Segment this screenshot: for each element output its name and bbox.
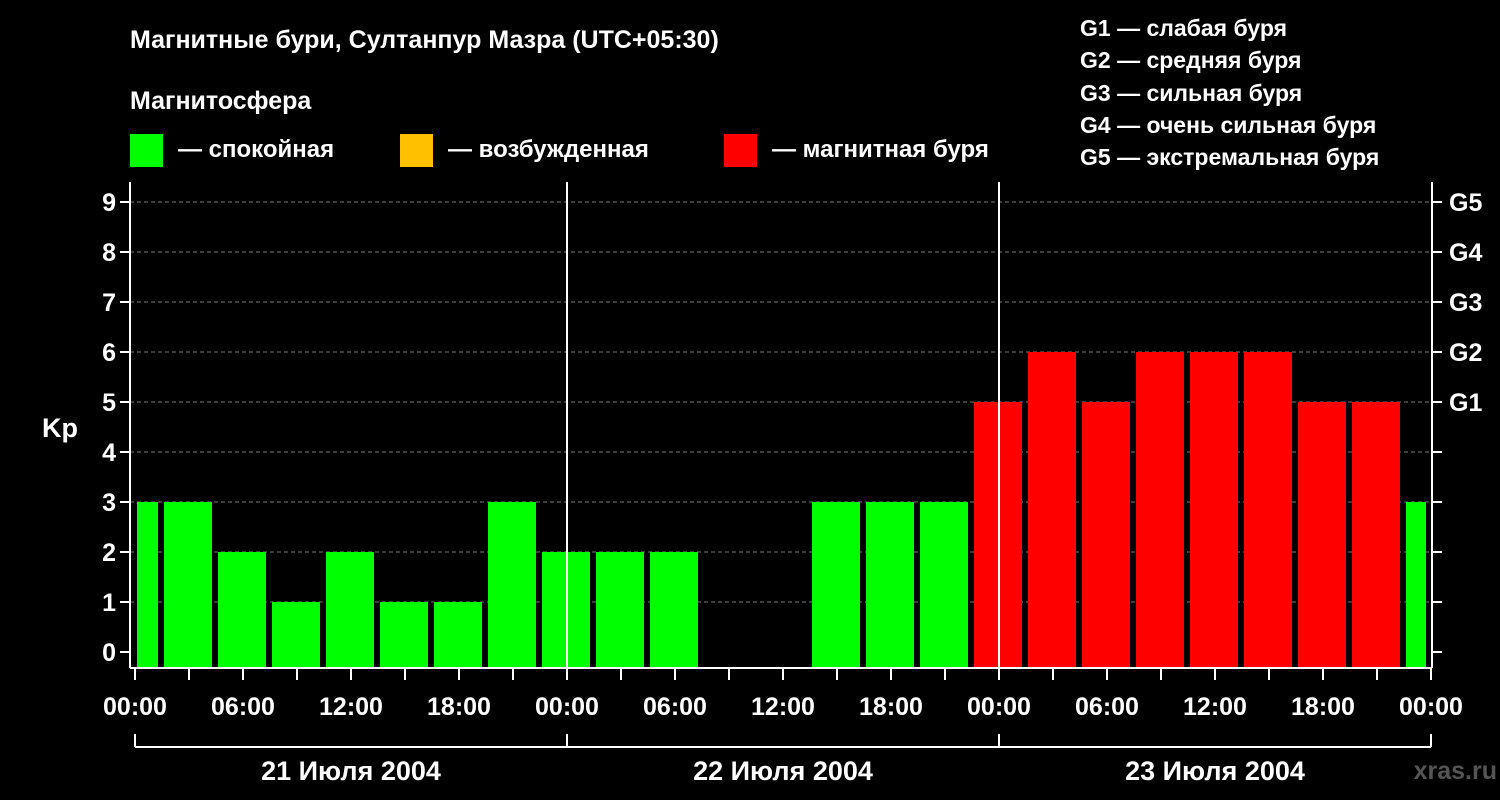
y-tick-label-2: 2 — [102, 539, 116, 567]
g-scale-legend-g2: G2 — средняя буря — [1080, 47, 1301, 73]
y-tick-label-9: 9 — [102, 189, 116, 217]
kp-bar-3 — [272, 602, 320, 668]
kp-bar-13 — [812, 502, 860, 668]
kp-bar-4 — [326, 552, 374, 668]
kp-bar-17 — [1028, 352, 1076, 668]
kp-bar-24 — [1406, 502, 1426, 668]
legend-swatch-storm — [724, 134, 757, 167]
kp-bar-22 — [1298, 402, 1346, 668]
kp-bar-21 — [1244, 352, 1292, 668]
kp-bar-1 — [164, 502, 212, 668]
g-scale-tick-G3: G3 — [1449, 289, 1482, 317]
kp-bar-10 — [650, 552, 698, 668]
kp-bar-6 — [434, 602, 482, 668]
legend-label-active: — возбужденная — [448, 136, 649, 163]
kp-bar-23 — [1352, 402, 1400, 668]
y-tick-label-4: 4 — [102, 439, 116, 467]
chart-title: Магнитные бури, Султанпур Мазра (UTC+05:… — [130, 26, 719, 54]
day-label-1: 22 Июля 2004 — [693, 756, 873, 786]
kp-bar-14 — [866, 502, 914, 668]
x-tick-label-12: 00:00 — [1399, 693, 1463, 721]
kp-bar-7 — [488, 502, 536, 668]
kp-chart: Магнитные бури, Султанпур Мазра (UTC+05:… — [42, 15, 1497, 786]
kp-bar-15 — [920, 502, 968, 668]
g-scale-legend-g5: G5 — экстремальная буря — [1080, 144, 1379, 170]
watermark: xras.ru — [1414, 757, 1497, 785]
x-tick-label-11: 18:00 — [1291, 693, 1355, 721]
kp-bar-5 — [380, 602, 428, 668]
y-tick-label-1: 1 — [102, 589, 116, 617]
g-scale-legend-g1: G1 — слабая буря — [1080, 15, 1287, 41]
g-scale-tick-G5: G5 — [1449, 189, 1482, 217]
legend-title: Магнитосфера — [130, 87, 312, 115]
y-tick-label-6: 6 — [102, 339, 116, 367]
kp-bar-0 — [137, 502, 158, 668]
kp-bar-20 — [1190, 352, 1238, 668]
legend-label-storm: — магнитная буря — [772, 136, 989, 163]
kp-bar-9 — [596, 552, 644, 668]
kp-bar-19 — [1136, 352, 1184, 668]
x-tick-label-6: 12:00 — [751, 693, 815, 721]
y-tick-label-8: 8 — [102, 239, 116, 267]
legend-swatch-active — [400, 134, 433, 167]
x-tick-label-2: 12:00 — [319, 693, 383, 721]
x-tick-label-0: 00:00 — [103, 693, 167, 721]
y-tick-label-0: 0 — [102, 639, 116, 667]
legend-swatch-quiet — [130, 134, 163, 167]
g-scale-legend-g4: G4 — очень сильная буря — [1080, 112, 1376, 138]
y-tick-label-3: 3 — [102, 489, 116, 517]
g-scale-legend-g3: G3 — сильная буря — [1080, 80, 1302, 106]
kp-bars — [137, 352, 1426, 668]
x-tick-label-5: 06:00 — [643, 693, 707, 721]
g-scale-tick-G2: G2 — [1449, 339, 1482, 367]
x-tick-label-4: 00:00 — [535, 693, 599, 721]
x-tick-label-10: 12:00 — [1183, 693, 1247, 721]
g-scale-tick-G1: G1 — [1449, 389, 1482, 417]
kp-bar-18 — [1082, 402, 1130, 668]
legend-label-quiet: — спокойная — [178, 136, 334, 163]
y-tick-label-7: 7 — [102, 289, 116, 317]
day-label-0: 21 Июля 2004 — [261, 756, 441, 786]
x-tick-label-8: 00:00 — [967, 693, 1031, 721]
x-tick-label-9: 06:00 — [1075, 693, 1139, 721]
x-tick-label-1: 06:00 — [211, 693, 275, 721]
y-tick-label-5: 5 — [102, 389, 116, 417]
y-axis-label: Kp — [42, 413, 78, 443]
day-label-2: 23 Июля 2004 — [1125, 756, 1305, 786]
g-scale-tick-G4: G4 — [1449, 239, 1482, 267]
x-tick-label-7: 18:00 — [859, 693, 923, 721]
x-tick-label-3: 18:00 — [427, 693, 491, 721]
kp-bar-2 — [218, 552, 266, 668]
